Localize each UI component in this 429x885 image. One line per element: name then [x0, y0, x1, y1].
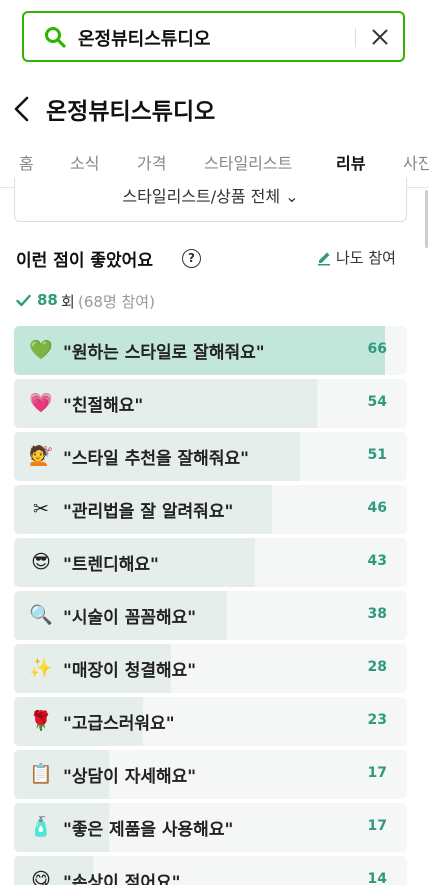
keyword-text: "관리법을 잘 알려줘요" — [63, 502, 234, 522]
haircut-icon: 💇 — [29, 445, 53, 467]
page-title: 온정뷰티스튜디오 — [46, 99, 216, 125]
join-label: 나도 참여 — [336, 249, 396, 267]
keyword-count: 17 — [367, 765, 387, 781]
keyword-count: 54 — [367, 394, 387, 410]
section-title: 이런 점이 좋았어요 — [16, 251, 153, 271]
magnifier-icon: 🔍 — [29, 604, 53, 626]
count-unit: 회 — [61, 293, 75, 311]
keyword-row: 😎 "트렌디해요" 43 — [14, 538, 407, 587]
title-row: 온정뷰티스튜디오 — [0, 86, 429, 130]
keyword-text: "트렌디해요" — [63, 555, 159, 575]
stylist-filter-dropdown[interactable]: 스타일리스트/상품 전체 ⌄ — [14, 178, 407, 222]
keyword-row: 💚 "원하는 스타일로 잘해줘요" 66 — [14, 326, 407, 375]
rose-icon: 🌹 — [29, 710, 53, 732]
keyword-row: ✨ "매장이 청결해요" 28 — [14, 644, 407, 693]
keyword-count: 51 — [367, 447, 387, 463]
keyword-count: 46 — [367, 500, 387, 516]
keyword-text: "매장이 청결해요" — [63, 661, 197, 681]
tab-news[interactable]: 소식 — [70, 150, 99, 174]
back-arrow-icon[interactable] — [12, 96, 32, 122]
search-bar[interactable]: 온정뷰티스튜디오 — [22, 11, 405, 62]
total-count: 88 — [37, 291, 58, 309]
keyword-text: "시술이 꼼꼼해요" — [63, 608, 197, 628]
keyword-row: 🌹 "고급스러워요" 23 — [14, 697, 407, 746]
tab-photo[interactable]: 사진 — [403, 150, 429, 174]
check-icon — [16, 294, 31, 307]
filter-label: 스타일리스트/상품 전체 ⌄ — [122, 187, 299, 206]
keyword-count: 38 — [367, 606, 387, 622]
keyword-row: 💗 "친절해요" 54 — [14, 379, 407, 428]
keyword-count: 43 — [367, 553, 387, 569]
keyword-count: 17 — [367, 818, 387, 834]
close-icon[interactable] — [370, 27, 390, 47]
face-icon: 😋 — [31, 869, 51, 885]
search-query[interactable]: 온정뷰티스튜디오 — [78, 25, 210, 51]
clipboard-icon: 📋 — [29, 763, 53, 785]
help-icon[interactable]: ? — [182, 249, 201, 268]
keyword-row: 🧴 "좋은 제품을 사용해요" 17 — [14, 803, 407, 852]
keyword-row: 🔍 "시술이 꼼꼼해요" 38 — [14, 591, 407, 640]
search-divider — [355, 28, 356, 47]
tab-price[interactable]: 가격 — [137, 150, 166, 174]
participant-count: (68명 참여) — [78, 293, 155, 311]
keyword-row: 💇 "스타일 추천을 잘해줘요" 51 — [14, 432, 407, 481]
keyword-count: 66 — [367, 341, 387, 357]
keyword-text: "좋은 제품을 사용해요" — [63, 820, 234, 840]
keyword-count: 14 — [367, 871, 387, 885]
sunglasses-face-icon: 😎 — [31, 551, 51, 573]
pink-heart-icon: 💗 — [29, 392, 53, 414]
keyword-row: ✂ "관리법을 잘 알려줘요" 46 — [14, 485, 407, 534]
keyword-text: "상담이 자세해요" — [63, 767, 197, 787]
keyword-count: 28 — [367, 659, 387, 675]
tab-home[interactable]: 홈 — [19, 150, 34, 174]
search-icon — [45, 27, 66, 48]
tab-stylist[interactable]: 스타일리스트 — [204, 150, 292, 174]
keyword-text: "친절해요" — [63, 396, 144, 416]
keyword-text: "고급스러워요" — [63, 714, 175, 734]
pencil-icon — [318, 252, 330, 266]
sparkles-icon: ✨ — [29, 657, 53, 679]
scrollbar[interactable] — [425, 190, 428, 248]
keyword-count: 23 — [367, 712, 387, 728]
hair-dryer-icon: ✂ — [33, 498, 49, 520]
keyword-text: "스타일 추천을 잘해줘요" — [63, 449, 249, 469]
green-heart-icon: 💚 — [29, 339, 53, 361]
tab-review[interactable]: 리뷰 — [336, 150, 365, 174]
lotion-bottle-icon: 🧴 — [29, 816, 53, 838]
keyword-row: 😋 "손상이 적어요" 14 — [14, 856, 407, 885]
keyword-row: 📋 "상담이 자세해요" 17 — [14, 750, 407, 799]
keyword-bar — [14, 379, 317, 428]
keyword-text: "원하는 스타일로 잘해줘요" — [63, 343, 265, 363]
keyword-text: "손상이 적어요" — [63, 873, 181, 885]
